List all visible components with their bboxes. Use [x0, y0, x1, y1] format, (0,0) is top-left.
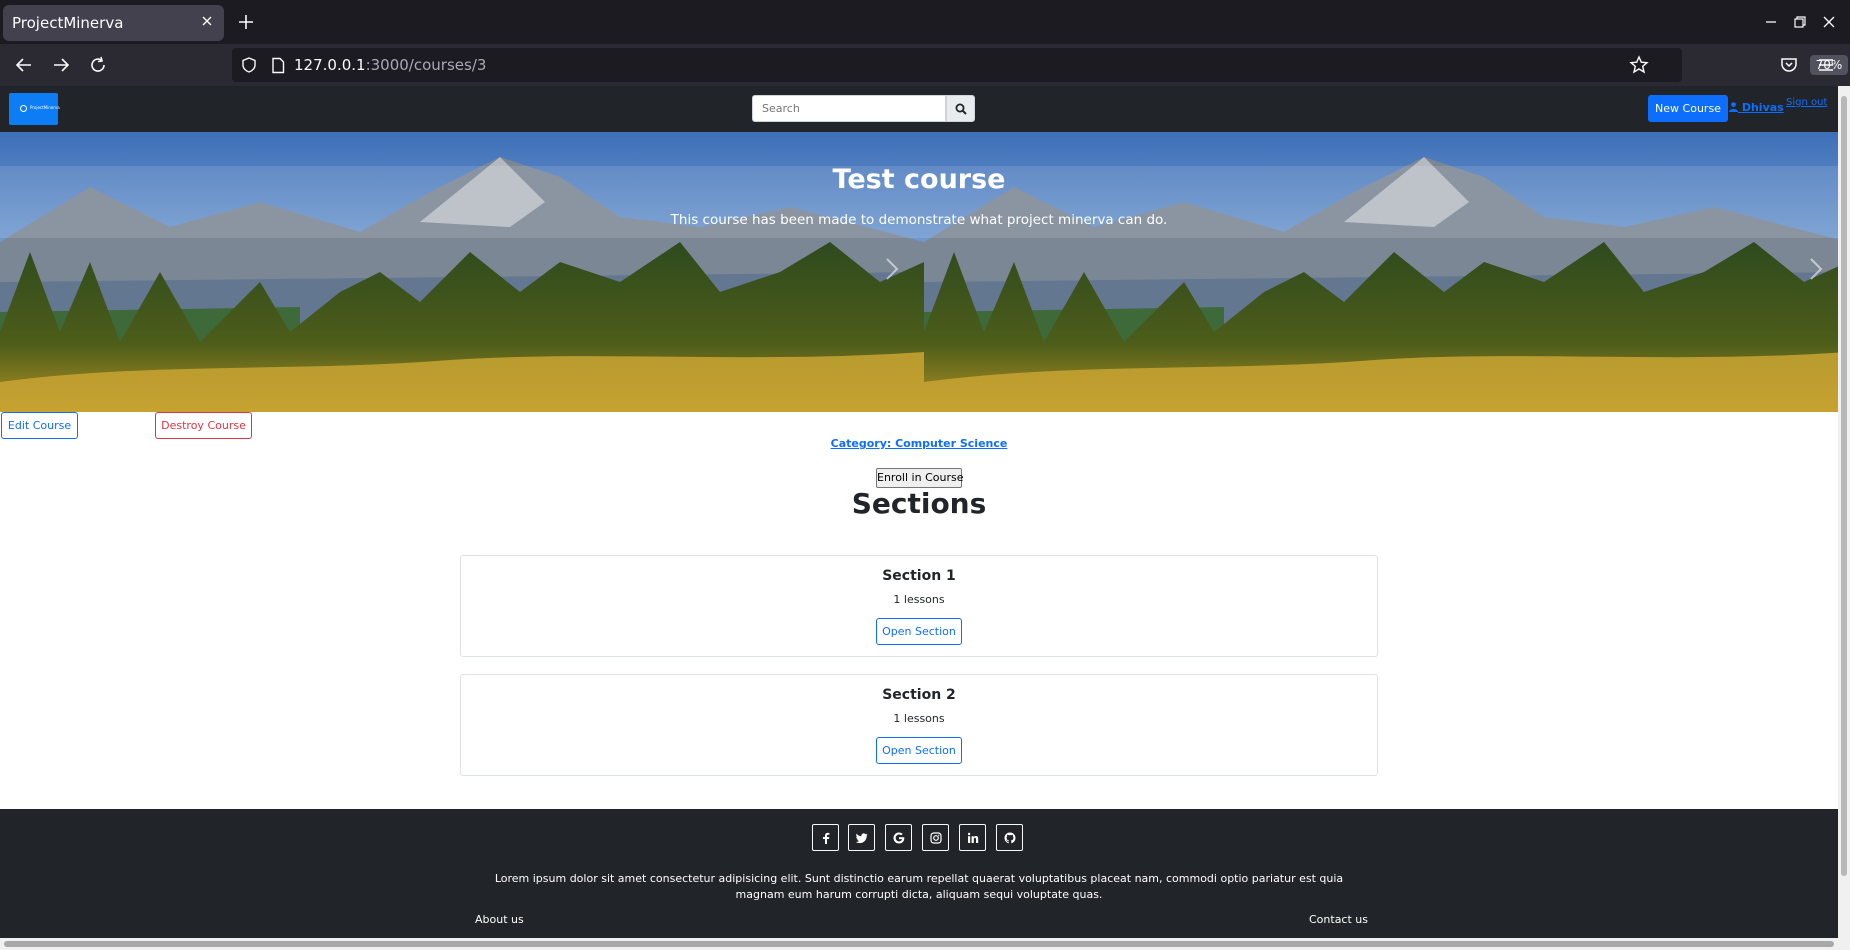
- sections-heading: Sections: [851, 487, 987, 520]
- horizontal-scrollbar-thumb[interactable]: [4, 941, 1834, 947]
- reload-icon[interactable]: [88, 55, 108, 75]
- minimize-icon[interactable]: [1762, 13, 1780, 31]
- browser-tab-strip: ProjectMinerva: [0, 0, 1850, 44]
- page-viewport: ProjectMinerva New Course Dhivas Sign ou…: [0, 86, 1838, 938]
- category-row: Category: Computer Science: [0, 437, 1838, 450]
- shield-icon[interactable]: [240, 56, 258, 74]
- instagram-icon: [930, 832, 942, 844]
- google-button[interactable]: [885, 824, 912, 851]
- facebook-icon: [823, 832, 830, 844]
- user-name: Dhivas: [1741, 101, 1784, 114]
- section-card: Section 2 1 lessons Open Section: [460, 674, 1378, 776]
- open-section-button[interactable]: Open Section: [876, 618, 962, 645]
- google-icon: [893, 832, 905, 844]
- vertical-scrollbar-thumb[interactable]: [1841, 96, 1847, 876]
- back-icon[interactable]: [14, 55, 34, 75]
- search-icon: [955, 103, 967, 115]
- section-title: Section 2: [882, 687, 956, 703]
- twitter-icon: [856, 833, 868, 844]
- brand-text: ProjectMinerva: [30, 105, 60, 110]
- sign-out-link[interactable]: Sign out: [1786, 97, 1827, 108]
- url-host: 127.0.0.1: [294, 56, 366, 74]
- destroy-course-button[interactable]: Destroy Course: [155, 412, 252, 439]
- pocket-icon[interactable]: [1779, 55, 1799, 75]
- open-section-button[interactable]: Open Section: [876, 737, 962, 764]
- address-bar[interactable]: 127.0.0.1:3000/courses/3 70%: [232, 48, 1848, 82]
- course-hero-carousel: Test course This course has been made to…: [0, 132, 1838, 412]
- new-course-button[interactable]: New Course: [1648, 95, 1728, 122]
- github-button[interactable]: [996, 824, 1023, 851]
- bookmark-star-icon[interactable]: [1629, 55, 1649, 75]
- url-path: :3000/courses/3: [365, 56, 487, 74]
- url-text: 127.0.0.1:3000/courses/3: [294, 56, 486, 74]
- browser-toolbar: 127.0.0.1:3000/courses/3 70%: [0, 44, 1850, 86]
- facebook-button[interactable]: [812, 824, 839, 851]
- carousel-next-icon[interactable]: [885, 257, 899, 281]
- footer-description: Lorem ipsum dolor sit amet consectetur a…: [494, 872, 1344, 901]
- close-window-icon[interactable]: [1820, 13, 1838, 31]
- course-description: This course has been made to demonstrate…: [670, 212, 1168, 228]
- contact-us-link[interactable]: Contact us: [1309, 913, 1368, 926]
- lesson-count: 1 lessons: [893, 593, 945, 606]
- edit-course-button[interactable]: Edit Course: [1, 412, 78, 439]
- section-title: Section 1: [882, 568, 956, 584]
- new-tab-icon[interactable]: [236, 12, 256, 32]
- menu-icon[interactable]: [1816, 55, 1836, 75]
- search-input[interactable]: [752, 95, 946, 122]
- section-card: Section 1 1 lessons Open Section: [460, 555, 1378, 657]
- restore-icon[interactable]: [1791, 13, 1809, 31]
- twitter-button[interactable]: [848, 824, 875, 851]
- search-button[interactable]: [946, 95, 975, 122]
- browser-tab[interactable]: ProjectMinerva: [3, 5, 224, 41]
- instagram-button[interactable]: [922, 824, 949, 851]
- linkedin-button[interactable]: [959, 824, 986, 851]
- forward-icon[interactable]: [51, 55, 71, 75]
- vertical-scrollbar[interactable]: [1838, 86, 1850, 938]
- enroll-button[interactable]: Enroll in Course: [876, 468, 963, 488]
- user-profile-link[interactable]: Dhivas: [1729, 101, 1784, 114]
- course-title: Test course: [832, 164, 1006, 195]
- page-info-icon[interactable]: [270, 57, 286, 74]
- user-icon: [1729, 102, 1738, 112]
- brand-logo[interactable]: ProjectMinerva: [9, 93, 60, 125]
- tab-title: ProjectMinerva: [12, 14, 124, 32]
- site-footer: Lorem ipsum dolor sit amet consectetur a…: [0, 809, 1838, 938]
- close-tab-icon[interactable]: [199, 13, 215, 29]
- category-link[interactable]: Category: Computer Science: [831, 437, 1008, 450]
- carousel-next-icon[interactable]: [1809, 257, 1823, 281]
- site-navbar: ProjectMinerva New Course Dhivas Sign ou…: [0, 86, 1838, 132]
- horizontal-scrollbar[interactable]: [0, 938, 1850, 950]
- logo-ring-icon: [20, 105, 27, 112]
- lesson-count: 1 lessons: [893, 712, 945, 725]
- github-icon: [1004, 832, 1016, 844]
- linkedin-icon: [967, 832, 979, 843]
- about-us-link[interactable]: About us: [475, 913, 524, 926]
